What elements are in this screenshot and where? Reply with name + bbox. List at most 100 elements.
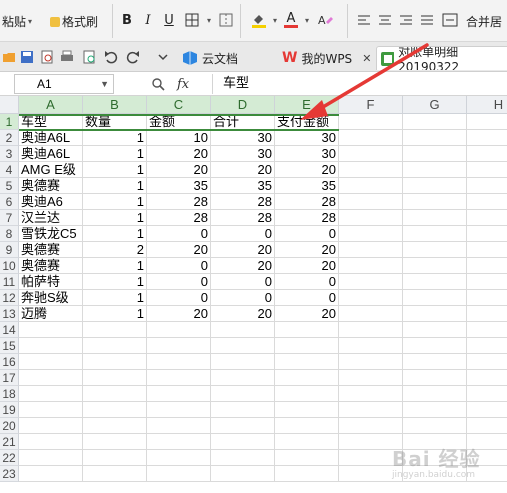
cell-b3[interactable]: 1 [83, 146, 147, 162]
cell-d11[interactable]: 0 [211, 274, 275, 290]
cell-f2[interactable] [339, 130, 403, 146]
cell-c14[interactable] [147, 322, 211, 338]
cell-c11[interactable]: 0 [147, 274, 211, 290]
cell-d2[interactable]: 30 [211, 130, 275, 146]
cell-b14[interactable] [83, 322, 147, 338]
row-header-13[interactable]: 13 [0, 306, 19, 322]
cell-c1[interactable]: 金额 [147, 114, 211, 130]
row-header-10[interactable]: 10 [0, 258, 19, 274]
cell-f16[interactable] [339, 354, 403, 370]
cell-e5[interactable]: 35 [275, 178, 339, 194]
insert-function-button[interactable]: fx [177, 77, 189, 92]
cell-a11[interactable]: 帕萨特 [19, 274, 83, 290]
chevron-down-icon[interactable]: ▼ [100, 75, 109, 93]
cell-c10[interactable]: 0 [147, 258, 211, 274]
cell-b21[interactable] [83, 434, 147, 450]
tab-spreadsheet[interactable]: 对账单明细20190322 [376, 46, 507, 70]
cell-d23[interactable] [211, 466, 275, 482]
cell-b15[interactable] [83, 338, 147, 354]
cell-e17[interactable] [275, 370, 339, 386]
cell-g10[interactable] [403, 258, 467, 274]
cell-d18[interactable] [211, 386, 275, 402]
cell-f11[interactable] [339, 274, 403, 290]
cell-g13[interactable] [403, 306, 467, 322]
cell-h12[interactable] [467, 290, 507, 306]
cell-a6[interactable]: 奥迪A6 [19, 194, 83, 210]
cell-a16[interactable] [19, 354, 83, 370]
cell-c5[interactable]: 35 [147, 178, 211, 194]
border-icon[interactable] [183, 11, 201, 29]
cell-g11[interactable] [403, 274, 467, 290]
cell-g17[interactable] [403, 370, 467, 386]
cell-e21[interactable] [275, 434, 339, 450]
row-header-22[interactable]: 22 [0, 450, 19, 466]
cell-a8[interactable]: 雪铁龙C5 [19, 226, 83, 242]
row-header-19[interactable]: 19 [0, 402, 19, 418]
cell-a15[interactable] [19, 338, 83, 354]
cell-e16[interactable] [275, 354, 339, 370]
row-header-3[interactable]: 3 [0, 146, 19, 162]
cell-e14[interactable] [275, 322, 339, 338]
cell-g19[interactable] [403, 402, 467, 418]
cell-d3[interactable]: 30 [211, 146, 275, 162]
border-chevron-down-icon[interactable]: ▾ [200, 11, 218, 29]
cell-e18[interactable] [275, 386, 339, 402]
cell-d20[interactable] [211, 418, 275, 434]
cell-a17[interactable] [19, 370, 83, 386]
cell-d5[interactable]: 35 [211, 178, 275, 194]
cell-c8[interactable]: 0 [147, 226, 211, 242]
cell-d22[interactable] [211, 450, 275, 466]
save-icon[interactable] [20, 50, 34, 64]
cell-b19[interactable] [83, 402, 147, 418]
cell-e12[interactable]: 0 [275, 290, 339, 306]
cell-g2[interactable] [403, 130, 467, 146]
cell-h3[interactable] [467, 146, 507, 162]
cell-b22[interactable] [83, 450, 147, 466]
cell-h16[interactable] [467, 354, 507, 370]
row-header-2[interactable]: 2 [0, 130, 19, 146]
cell-f20[interactable] [339, 418, 403, 434]
cell-e23[interactable] [275, 466, 339, 482]
cell-c18[interactable] [147, 386, 211, 402]
cell-b13[interactable]: 1 [83, 306, 147, 322]
cell-f17[interactable] [339, 370, 403, 386]
cell-c17[interactable] [147, 370, 211, 386]
close-icon[interactable]: ✕ [362, 52, 371, 65]
cell-a2[interactable]: 奥迪A6L [19, 130, 83, 146]
cell-g14[interactable] [403, 322, 467, 338]
cell-e2[interactable]: 30 [275, 130, 339, 146]
cell-f10[interactable] [339, 258, 403, 274]
cell-c21[interactable] [147, 434, 211, 450]
cell-g15[interactable] [403, 338, 467, 354]
cell-f4[interactable] [339, 162, 403, 178]
row-header-1[interactable]: 1 [0, 114, 19, 130]
cell-b9[interactable]: 2 [83, 242, 147, 258]
zoom-icon[interactable] [151, 77, 165, 91]
cell-b18[interactable] [83, 386, 147, 402]
cell-a21[interactable] [19, 434, 83, 450]
cell-h13[interactable] [467, 306, 507, 322]
cell-g8[interactable] [403, 226, 467, 242]
row-header-15[interactable]: 15 [0, 338, 19, 354]
folder-icon[interactable] [2, 50, 16, 64]
column-header-c[interactable]: C [147, 96, 211, 114]
tab-cloud-docs[interactable]: 云文档 [178, 46, 242, 70]
cell-e19[interactable] [275, 402, 339, 418]
cell-e3[interactable]: 30 [275, 146, 339, 162]
cell-f7[interactable] [339, 210, 403, 226]
clear-format-icon[interactable]: A [316, 11, 334, 29]
row-header-5[interactable]: 5 [0, 178, 19, 194]
cell-d13[interactable]: 20 [211, 306, 275, 322]
cell-a1[interactable]: 车型 [19, 114, 83, 130]
format-painter-button[interactable]: 格式刷 [50, 13, 98, 30]
cell-f1[interactable] [339, 114, 403, 130]
cell-h18[interactable] [467, 386, 507, 402]
row-header-21[interactable]: 21 [0, 434, 19, 450]
cell-g6[interactable] [403, 194, 467, 210]
cell-g9[interactable] [403, 242, 467, 258]
cell-d8[interactable]: 0 [211, 226, 275, 242]
row-header-8[interactable]: 8 [0, 226, 19, 242]
cell-g4[interactable] [403, 162, 467, 178]
cell-f14[interactable] [339, 322, 403, 338]
cell-a3[interactable]: 奥迪A6L [19, 146, 83, 162]
